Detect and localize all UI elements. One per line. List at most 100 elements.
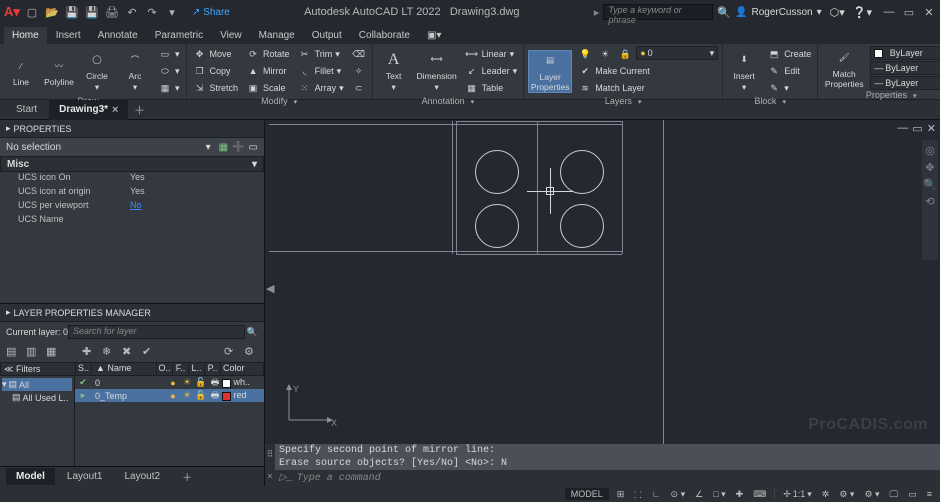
select-objects-icon[interactable]: ▭ [249,142,258,153]
sun-icon[interactable]: ☀ [180,390,194,401]
prop-row[interactable]: UCS Name [0,214,264,228]
close-tab-icon[interactable]: × [112,104,118,116]
line-button[interactable]: ∕Line [4,56,38,87]
command-input[interactable]: ▷_Type a command [275,470,940,486]
undo-icon[interactable]: ↶ [124,4,140,20]
unlock-icon[interactable]: 🔓 [194,390,208,401]
layer-row[interactable]: ✔ 0 ● ☀ 🔓 🖶 wh.. [75,376,264,389]
saveas-icon[interactable]: 💾 [84,4,100,20]
annoauto-toggle[interactable]: ⚙ ▾ [837,489,856,500]
minimize-button[interactable]: ― [882,6,896,19]
layer-properties-button[interactable]: ▤Layer Properties [528,50,572,93]
set-current-icon[interactable]: ✔ [142,345,156,359]
restore-button[interactable]: ▭ [902,6,916,19]
layout-tab-model[interactable]: Model [6,468,55,485]
vp-close-icon[interactable]: ✕ [927,122,936,135]
match-properties-button[interactable]: 🖌Match Properties [822,48,866,89]
linear-button[interactable]: ⟷Linear ▾ [463,46,520,62]
tab-home[interactable]: Home [4,27,47,44]
tab-view[interactable]: View [212,27,250,44]
save-icon[interactable]: 💾 [64,4,80,20]
new-layer-icon[interactable]: ✚ [82,345,96,359]
annoscale-button[interactable]: ✢ 1:1 ▾ [781,489,814,500]
create-block-button[interactable]: ⬒Create [765,46,813,62]
quickselect-icon[interactable]: ▦ [219,142,228,153]
hdr-freeze[interactable]: F.. [173,363,189,375]
drawtab-active[interactable]: Drawing3*× [49,100,128,120]
unlock-icon[interactable]: 🔓 [194,377,208,388]
zoom-icon[interactable]: 🔍 [923,178,937,191]
workspace-button[interactable]: ⚙ ▾ [862,489,881,500]
move-button[interactable]: ✥Move [191,46,241,62]
expand-icon[interactable]: ▸ [6,123,11,134]
mirror-button[interactable]: ▲Mirror [244,63,292,79]
leader-button[interactable]: ↙Leader ▾ [463,63,520,79]
tab-manage[interactable]: Manage [251,27,303,44]
hdr-name[interactable]: ▲ Name [92,363,157,375]
layer-off-button[interactable]: 💡 [576,46,594,62]
edit-attr-button[interactable]: ✎▾ [765,80,813,96]
arc-button[interactable]: ⌒Arc▾ [118,50,152,93]
hdr-status[interactable]: S.. [76,363,92,375]
layer-row[interactable]: ▸ 0_Temp ● ☀ 🔓 🖶 red [75,389,264,402]
layout-tab-2[interactable]: Layout2 [114,468,170,485]
pane-handle-icon[interactable]: ◀ [266,282,274,295]
prop-row[interactable]: UCS per viewportNo [0,200,264,214]
tab-insert[interactable]: Insert [48,27,89,44]
insert-block-button[interactable]: ⬇Insert▾ [727,50,761,93]
layout-tab-1[interactable]: Layout1 [57,468,113,485]
tab-parametric[interactable]: Parametric [147,27,211,44]
tab-collaborate[interactable]: Collaborate [351,27,418,44]
lineweight-dropdown[interactable]: — ByLayer▾ [870,61,940,75]
freeze-layer-icon[interactable]: ❄ [102,345,116,359]
layer-search-input[interactable]: Search for layer [68,325,245,339]
ellipse-button[interactable]: ⬭▾ [156,63,182,79]
new-group-icon[interactable]: ▥ [26,345,40,359]
color-dropdown[interactable]: ByLayer▾ [870,46,940,60]
pickadd-icon[interactable]: ➕ [232,142,244,153]
rectangle-button[interactable]: ▭▾ [156,46,182,62]
polyline-button[interactable]: 〰Polyline [42,56,76,87]
filter-used[interactable]: ▤All Used L.. [2,391,72,404]
fillet-button[interactable]: ◟Fillet ▾ [296,63,346,79]
table-button[interactable]: ▦Table [463,80,520,96]
snap-toggle[interactable]: ⸬ [632,488,643,501]
navigation-bar[interactable]: ◎ ✥ 🔍 ⟲ [922,140,938,260]
redo-icon[interactable]: ↷ [144,4,160,20]
user-menu[interactable]: 👤 RogerCusson ▾ [735,7,822,18]
tab-annotate[interactable]: Annotate [90,27,146,44]
search-icon[interactable]: 🔍 [717,6,731,19]
share-button[interactable]: ↗ Share [192,7,230,18]
prop-row[interactable]: UCS icon at originYes [0,186,264,200]
tpy-toggle[interactable]: ⌨ [751,489,768,500]
circle-button[interactable]: ◯Circle▾ [80,50,114,93]
make-current-button[interactable]: ✔Make Current [576,63,718,79]
annovis-toggle[interactable]: ✲ [820,489,832,500]
sun-icon[interactable]: ☀ [180,377,194,388]
drawing-canvas[interactable]: ― ▭ ✕ ◀ [265,120,940,444]
dimension-button[interactable]: ⟷Dimension▾ [415,50,459,93]
scale-button[interactable]: ▣Scale [244,80,292,96]
autodesk-icon[interactable]: ⬡▾ [830,6,845,19]
hdr-on[interactable]: O.. [157,363,173,375]
linetype-dropdown[interactable]: — ByLayer▾ [870,76,940,90]
refresh-icon[interactable]: ⟳ [224,345,238,359]
qat-dropdown-icon[interactable]: ▾ [164,4,180,20]
help-caret-icon[interactable]: ▸ [594,6,600,19]
plot-icon[interactable]: 🖶 [208,388,222,404]
plot-icon[interactable]: 🖨 [104,4,120,20]
rotate-button[interactable]: ⟳Rotate [244,46,292,62]
prop-row[interactable]: UCS icon OnYes [0,172,264,186]
customize-button[interactable]: ≡ [925,489,934,499]
layer-dropdown[interactable]: ● 0 ▾ [636,46,718,60]
model-button[interactable]: MODEL [565,488,609,500]
keyword-search-input[interactable]: Type a keyword or phrase [603,4,713,20]
add-layout-button[interactable]: ＋ [172,466,202,487]
hdr-color[interactable]: Color [221,363,263,375]
otrack-toggle[interactable]: □ ▾ [711,489,727,500]
pan-icon[interactable]: ✥ [925,161,934,174]
edit-block-button[interactable]: ✎Edit [765,63,813,79]
layer-lock-button[interactable]: 🔒 [616,46,634,62]
grid-toggle[interactable]: ⊞ [615,489,627,500]
search-go-icon[interactable]: 🔍 [247,327,258,338]
